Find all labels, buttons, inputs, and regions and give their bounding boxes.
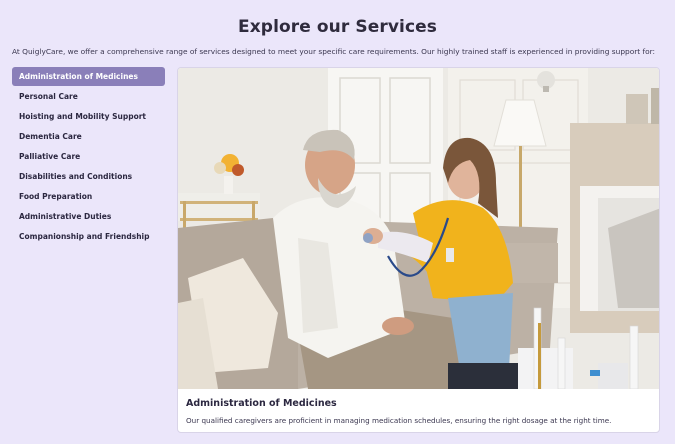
service-detail-title: Administration of Medicines: [186, 398, 337, 409]
service-item-label: Food Preparation: [19, 192, 93, 201]
service-item-companionship-and-friendship[interactable]: Companionship and Friendship: [12, 227, 165, 246]
service-item-palliative-care[interactable]: Palliative Care: [12, 147, 165, 166]
service-item-hoisting-and-mobility[interactable]: Hoisting and Mobility Support: [12, 107, 165, 126]
service-item-label: Hoisting and Mobility Support: [19, 112, 147, 121]
service-item-label: Companionship and Friendship: [19, 232, 150, 241]
service-item-label: Disabilities and Conditions: [19, 172, 133, 181]
service-item-label: Administration of Medicines: [19, 72, 138, 81]
service-item-label: Personal Care: [19, 92, 78, 101]
service-item-administrative-duties[interactable]: Administrative Duties: [12, 207, 165, 226]
service-item-label: Dementia Care: [19, 132, 82, 141]
service-item-label: Administrative Duties: [19, 212, 112, 221]
service-detail-card: Administration of Medicines Our qualifie…: [177, 67, 660, 433]
services-section: Explore our Services At QuiglyCare, we o…: [0, 0, 675, 444]
service-item-label: Palliative Care: [19, 152, 81, 161]
service-item-personal-care[interactable]: Personal Care: [12, 87, 165, 106]
service-item-food-preparation[interactable]: Food Preparation: [12, 187, 165, 206]
service-item-dementia-care[interactable]: Dementia Care: [12, 127, 165, 146]
service-item-disabilities-and-conditions[interactable]: Disabilities and Conditions: [12, 167, 165, 186]
intro-text: At QuiglyCare, we offer a comprehensive …: [12, 47, 656, 56]
service-item-administration-of-medicines[interactable]: Administration of Medicines: [12, 67, 165, 86]
service-detail-description: Our qualified caregivers are proficient …: [186, 416, 612, 425]
services-menu: Administration of Medicines Personal Car…: [12, 67, 165, 247]
page-title: Explore our Services: [238, 17, 437, 37]
service-photo: [178, 68, 659, 389]
